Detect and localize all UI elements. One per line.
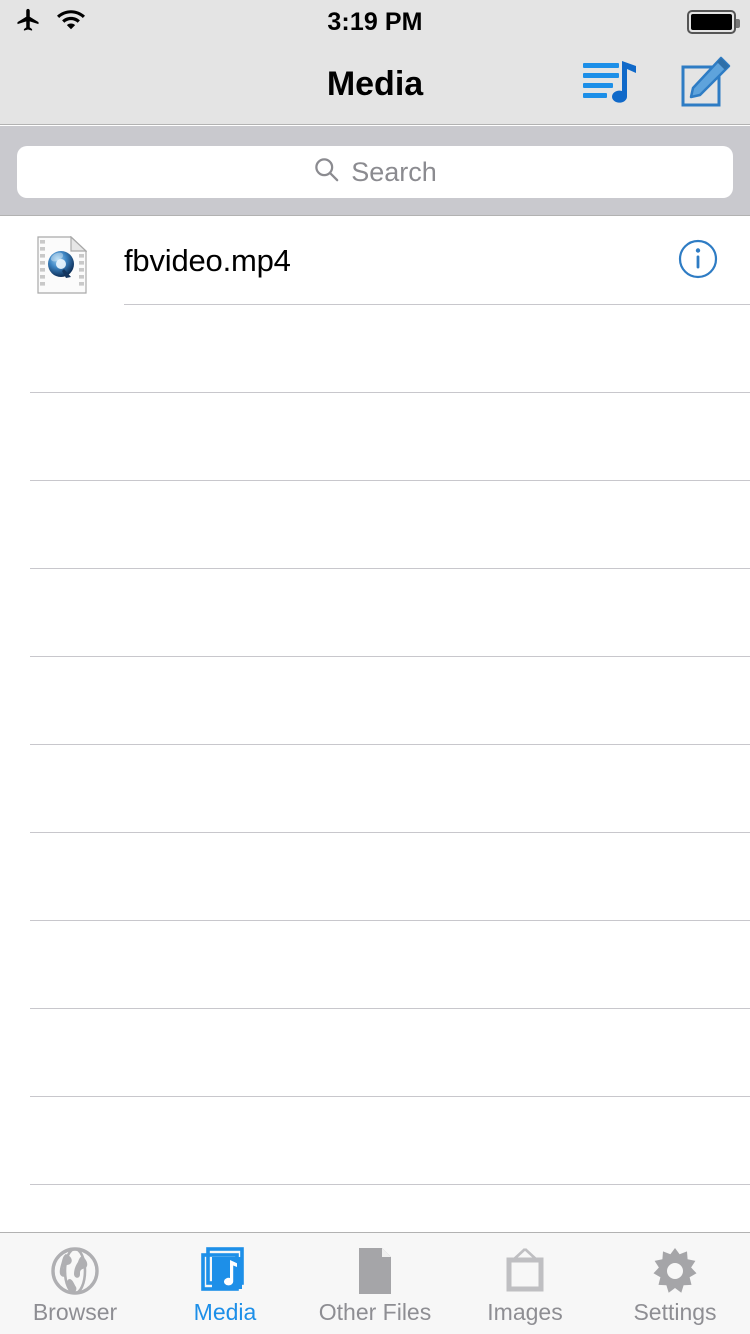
tab-settings[interactable]: Settings — [600, 1233, 750, 1334]
list-item — [0, 569, 750, 657]
search-placeholder: Search — [351, 156, 437, 187]
compose-pencil-icon — [680, 56, 732, 113]
search-bar-container: Search — [0, 126, 750, 216]
list-item — [0, 1009, 750, 1097]
info-button[interactable] — [676, 239, 720, 283]
tab-label: Other Files — [318, 1299, 432, 1325]
info-circle-icon — [676, 237, 720, 286]
document-page-icon — [349, 1245, 401, 1297]
list-item — [0, 393, 750, 481]
list-item — [0, 1185, 750, 1232]
media-file-list[interactable]: fbvideo.mp4 — [0, 217, 750, 1232]
tab-label: Media — [193, 1299, 257, 1325]
list-item — [0, 481, 750, 569]
media-stack-music-icon — [199, 1245, 251, 1297]
list-item — [0, 1097, 750, 1185]
playlist-button[interactable] — [582, 58, 640, 111]
navigation-actions — [582, 44, 732, 124]
tab-media[interactable]: Media — [150, 1233, 300, 1334]
tab-label: Settings — [633, 1299, 717, 1325]
list-item — [0, 745, 750, 833]
compose-button[interactable] — [680, 56, 732, 113]
search-input[interactable]: Search — [17, 146, 733, 198]
tab-other-files[interactable]: Other Files — [300, 1233, 450, 1334]
status-bar-clock: 3:19 PM — [327, 7, 423, 36]
list-item — [0, 921, 750, 1009]
navigation-bar: Media — [0, 44, 750, 125]
battery-full-icon — [687, 10, 740, 34]
quicktime-video-file-icon — [37, 235, 88, 294]
app-screen: 3:19 PM Media Search fbvideo.mp4 Browser… — [0, 0, 750, 1334]
tab-images[interactable]: Images — [450, 1233, 600, 1334]
playlist-music-icon — [582, 58, 640, 111]
list-item — [0, 833, 750, 921]
list-item — [0, 305, 750, 393]
globe-icon — [49, 1245, 101, 1297]
tab-label: Images — [487, 1299, 563, 1325]
file-name-label: fbvideo.mp4 — [124, 243, 291, 278]
search-icon — [313, 156, 340, 188]
table-row[interactable]: fbvideo.mp4 — [0, 217, 750, 305]
picture-frame-icon — [499, 1245, 551, 1297]
tab-label: Browser — [32, 1299, 118, 1325]
tab-bar: Browser Media Other Files Images Setting… — [0, 1232, 750, 1334]
status-bar: 3:19 PM — [0, 0, 750, 44]
gear-icon — [649, 1245, 701, 1297]
list-item — [0, 657, 750, 745]
status-bar-right — [687, 0, 740, 44]
tab-browser[interactable]: Browser — [0, 1233, 150, 1334]
